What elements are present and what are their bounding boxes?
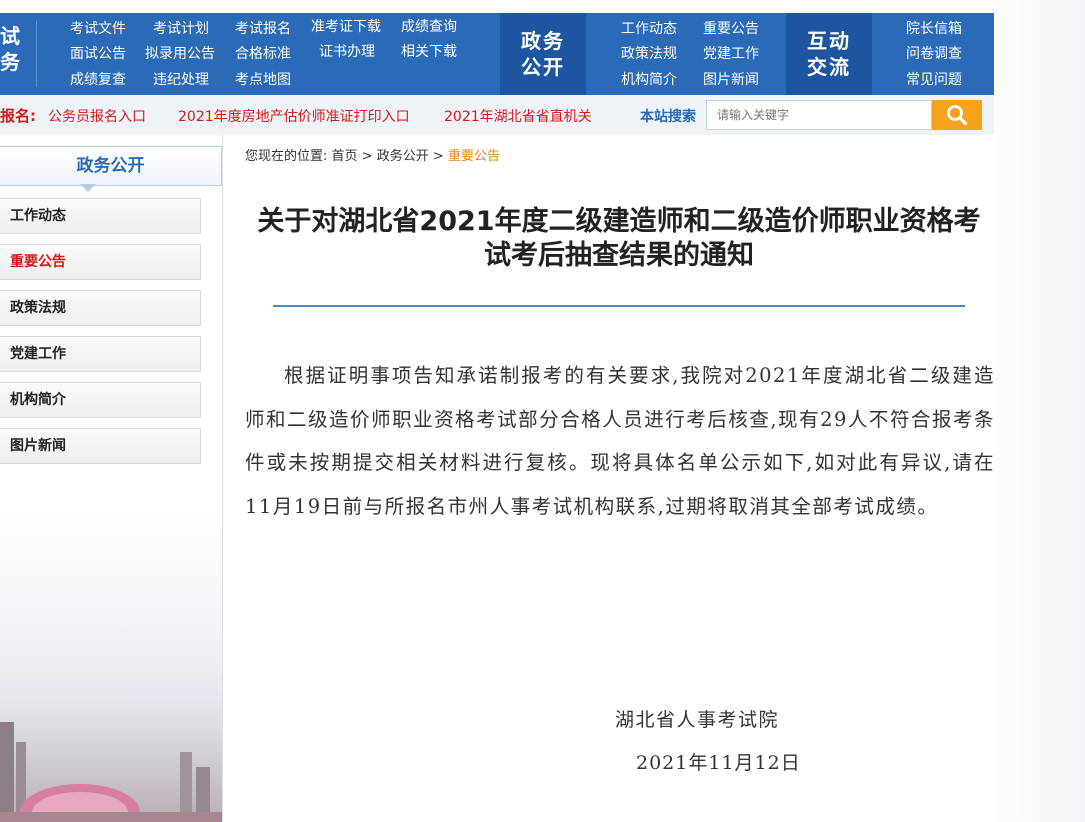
nav-column-4: 准考证下载 证书办理 (311, 13, 381, 95)
nav-column-3: 考试报名 合格标准 考点地图 (235, 13, 291, 95)
sidebar-item-party-building[interactable]: 党建工作 (0, 336, 201, 372)
sidebar-item-notices[interactable]: 重要公告 (0, 244, 201, 280)
breadcrumb-separator: > (361, 149, 373, 164)
breadcrumb-separator: > (432, 149, 444, 164)
title-divider (273, 305, 965, 307)
nav-link-exam-map[interactable]: 考点地图 (235, 70, 291, 90)
search-button[interactable] (932, 100, 982, 130)
nav-link-score-query[interactable]: 成绩查询 (401, 17, 457, 37)
nav-link-exam-docs[interactable]: 考试文件 (70, 19, 126, 39)
nav-side-char: 试 (0, 24, 20, 48)
ticker-item[interactable]: 2021年湖北省省直机关 (444, 106, 592, 126)
nav-column-1: 考试文件 面试公告 成绩复查 (70, 13, 126, 95)
nav-column-2: 考试计划 拟录用公告 违纪处理 (145, 13, 215, 95)
search-label: 本站搜索 (640, 109, 696, 125)
notice-ticker-bar: 报名: 公务员报名入口 2021年度房地产估价师准证打印入口 2021年湖北省省… (0, 95, 994, 135)
nav-link-exam-plan[interactable]: 考试计划 (145, 19, 215, 39)
nav-link-admission-ticket[interactable]: 准考证下载 (311, 17, 381, 37)
nav-link-hiring-notice[interactable]: 拟录用公告 (145, 44, 215, 64)
article-date: 2021年11月12日 (636, 752, 801, 774)
breadcrumb-section-link[interactable]: 政务公开 (377, 149, 429, 164)
nav-side-char: 务 (0, 50, 20, 74)
nav-link-director-mailbox[interactable]: 院长信箱 (906, 19, 962, 39)
ticker-item[interactable]: 2021年度房地产估价师准证打印入口 (178, 106, 410, 126)
nav-link-work-news[interactable]: 工作动态 (621, 19, 677, 39)
nav-link-registration[interactable]: 考试报名 (235, 19, 291, 39)
nav-link-faq[interactable]: 常见问题 (906, 70, 962, 90)
search-icon (947, 105, 968, 126)
nav-block-text: 互动 (807, 29, 851, 53)
ticker-label: 报名: (0, 107, 36, 125)
breadcrumb-home-link[interactable]: 首页 (332, 149, 358, 164)
top-navigation: 试 务 考试文件 面试公告 成绩复查 考试计划 拟录用公告 违纪处理 考试报名 … (0, 13, 994, 95)
nav-link-interview-notice[interactable]: 面试公告 (70, 44, 126, 64)
sidebar-background (0, 135, 223, 822)
nav-block-interaction[interactable]: 互动 交流 (786, 13, 872, 95)
nav-column-8: 院长信箱 问卷调查 常见问题 (906, 13, 962, 95)
article-body: 根据证明事项告知承诺制报考的有关要求,我院对2021年度湖北省二级建造师和二级造… (245, 364, 995, 518)
nav-link-certificate[interactable]: 证书办理 (311, 42, 381, 62)
nav-link-organization[interactable]: 机构简介 (621, 70, 677, 90)
nav-link-notices[interactable]: 重要公告 (703, 19, 759, 39)
search-input[interactable] (706, 100, 932, 130)
sidebar-item-policy[interactable]: 政策法规 (0, 290, 201, 326)
breadcrumb-current[interactable]: 重要公告 (448, 149, 500, 164)
nav-divider (36, 21, 37, 87)
nav-block-text: 政务 (521, 29, 565, 53)
sidebar-divider (222, 135, 223, 822)
article-title: 关于对湖北省2021年度二级建造师和二级造价师职业资格考试考后抽查结果的通知 (257, 206, 981, 271)
nav-link-policy[interactable]: 政策法规 (621, 44, 677, 64)
article-signature: 湖北省人事考试院 (615, 709, 780, 731)
city-skyline-image (0, 712, 223, 822)
sidebar-title: 政务公开 (0, 146, 222, 186)
nav-block-text: 交流 (807, 55, 851, 79)
sidebar-title-notch (80, 184, 96, 192)
nav-link-survey[interactable]: 问卷调查 (906, 44, 962, 64)
breadcrumb-prefix: 您现在的位置: (245, 149, 328, 164)
nav-link-photo-news[interactable]: 图片新闻 (703, 70, 759, 90)
nav-link-score-review[interactable]: 成绩复查 (70, 70, 126, 90)
nav-link-pass-standard[interactable]: 合格标准 (235, 44, 291, 64)
page-background-fade (994, 0, 1085, 822)
sidebar-item-work-news[interactable]: 工作动态 (0, 198, 201, 234)
sidebar-item-organization[interactable]: 机构简介 (0, 382, 201, 418)
breadcrumb: 您现在的位置: 首页 > 政务公开 > 重要公告 (245, 145, 500, 164)
sidebar-item-photo-news[interactable]: 图片新闻 (0, 428, 201, 464)
nav-block-text: 公开 (521, 55, 565, 79)
ticker-item[interactable]: 公务员报名入口 (48, 106, 146, 126)
nav-link-party-building[interactable]: 党建工作 (703, 44, 759, 64)
nav-column-5: 成绩查询 相关下载 (401, 13, 457, 95)
nav-column-6: 工作动态 政策法规 机构简介 (621, 13, 677, 95)
nav-block-gov-affairs[interactable]: 政务 公开 (500, 13, 586, 95)
nav-column-7: 重要公告 党建工作 图片新闻 (703, 13, 759, 95)
nav-side-label[interactable]: 试 务 (0, 13, 20, 95)
nav-link-discipline[interactable]: 违纪处理 (145, 70, 215, 90)
nav-link-downloads[interactable]: 相关下载 (401, 42, 457, 62)
